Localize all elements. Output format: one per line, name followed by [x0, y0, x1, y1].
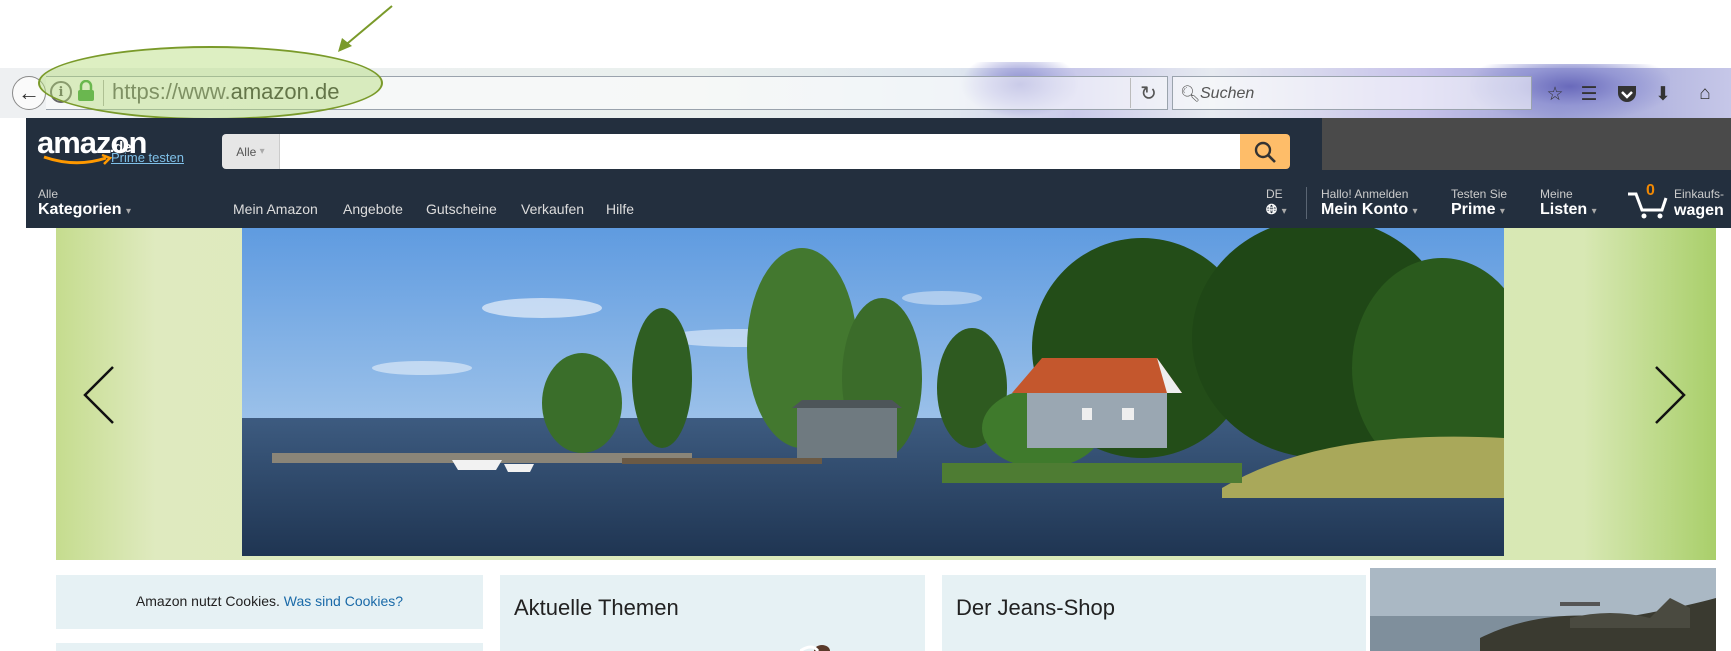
amazon-search-button[interactable] [1240, 134, 1290, 169]
caret-down-icon: ▾ [259, 146, 265, 157]
arrow-left-icon: ← [18, 80, 40, 105]
nav-link-angebote[interactable]: Angebote [343, 201, 403, 217]
browser-search-placeholder: Suchen [1200, 85, 1255, 102]
aktuelle-themen-title: Aktuelle Themen [514, 595, 679, 620]
chevron-left-icon [83, 366, 114, 424]
home-icon[interactable]: ⌂ [1690, 80, 1720, 108]
cookie-info-link[interactable]: Was sind Cookies? [284, 593, 403, 609]
cart-count: 0 [1646, 182, 1655, 199]
header-ad-slot [1322, 118, 1731, 170]
lists-menu[interactable]: Meine Listen ▾ [1540, 187, 1597, 219]
download-icon[interactable]: ⬇ [1648, 80, 1678, 108]
amazon-smile-icon [43, 154, 113, 165]
sidebar-card [56, 643, 483, 651]
globe-icon: 🌐︎ [1266, 201, 1278, 217]
reload-button[interactable]: ↻ [1130, 78, 1166, 108]
cart-button[interactable]: 0 Einkaufs- wagen [1626, 182, 1731, 224]
prime-menu[interactable]: Testen Sie Prime ▾ [1451, 187, 1507, 219]
amazon-search-input[interactable] [280, 134, 1240, 169]
nav-link-verkaufen[interactable]: Verkaufen [521, 201, 584, 217]
annotation-arrow [338, 5, 393, 52]
nav-link-gutscheine[interactable]: Gutscheine [426, 201, 497, 217]
nav-link-mein-amazon[interactable]: Mein Amazon [233, 201, 318, 217]
carousel-prev-button[interactable] [74, 360, 124, 430]
language-selector[interactable]: DE 🌐︎ ▾ [1266, 187, 1287, 219]
account-menu[interactable]: Hallo! Anmelden Mein Konto ▾ [1321, 187, 1418, 219]
caret-down-icon: ▾ [126, 206, 132, 217]
search-icon [1254, 141, 1276, 163]
pocket-icon[interactable] [1612, 80, 1642, 108]
categories-menu[interactable]: Alle Kategorien ▾ [38, 187, 131, 219]
cookie-notice: Amazon nutzt Cookies. Was sind Cookies? [135, 593, 404, 609]
prime-testen-link[interactable]: Prime testen [111, 150, 184, 165]
carousel-next-button[interactable] [1645, 360, 1695, 430]
search-scope-dropdown[interactable]: Alle ▾ [222, 134, 280, 169]
nav-link-hilfe[interactable]: Hilfe [606, 201, 634, 217]
chevron-right-icon [1655, 366, 1686, 424]
reading-list-icon[interactable]: ☰ [1574, 80, 1604, 108]
search-engine-icon[interactable]: 🔍︎ [1180, 84, 1200, 104]
caret-down-icon: ▾ [1591, 206, 1597, 217]
promo-image-card[interactable] [1370, 568, 1716, 651]
bookmark-star-icon[interactable]: ☆ [1540, 80, 1570, 108]
caret-down-icon: ▾ [1281, 206, 1287, 217]
caret-down-icon: ▾ [1412, 206, 1418, 217]
card-image-peek [800, 645, 830, 651]
caret-down-icon: ▾ [1499, 206, 1505, 217]
jeans-shop-title: Der Jeans-Shop [956, 595, 1115, 620]
hero-banner-image[interactable] [242, 228, 1504, 556]
reload-icon: ↻ [1140, 82, 1157, 105]
